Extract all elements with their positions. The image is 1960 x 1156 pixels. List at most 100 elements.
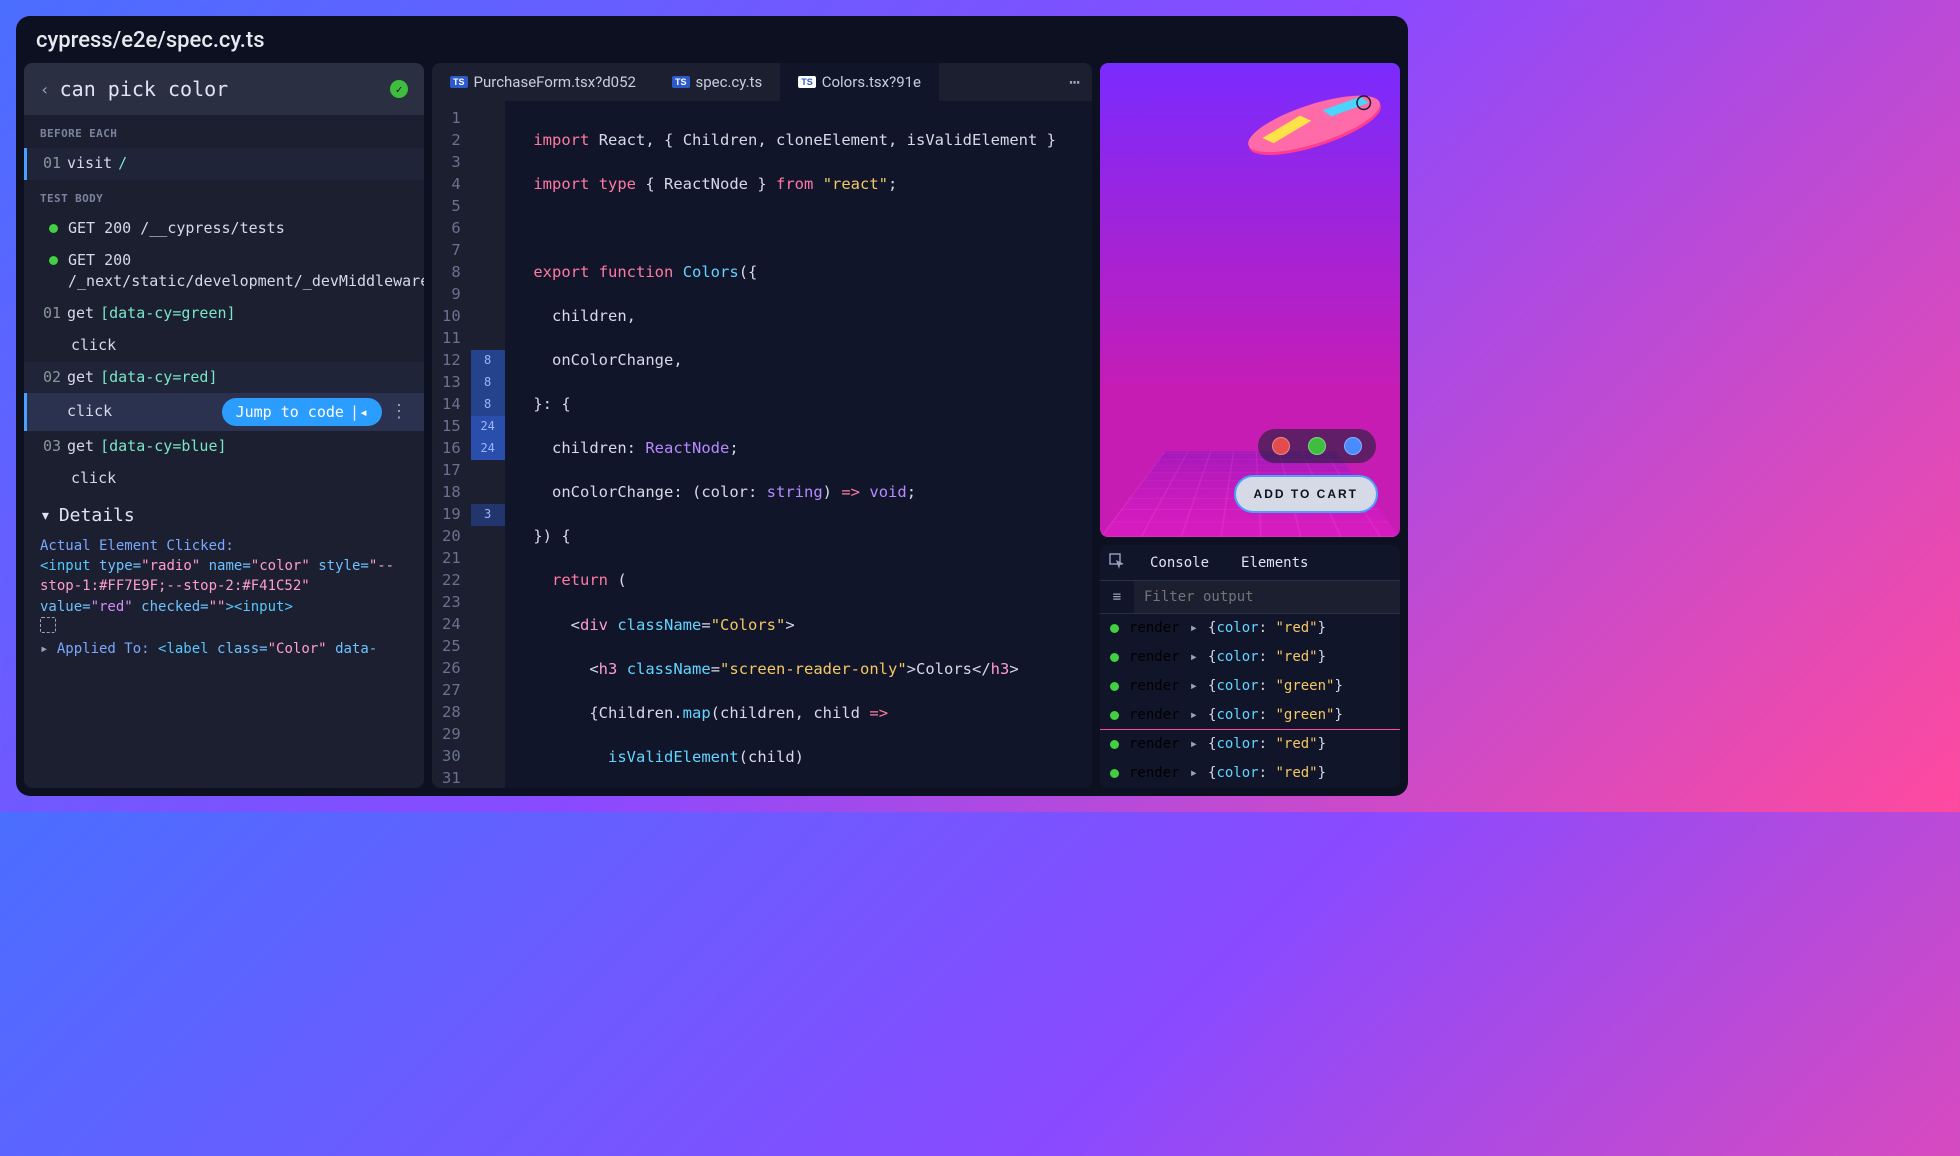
add-to-cart-button[interactable]: ADD TO CART [1234, 475, 1378, 513]
detail-attr: type= [99, 558, 141, 574]
cmd-xhr-1[interactable]: GET 200 /__cypress/tests [24, 213, 424, 245]
swatch-green[interactable] [1308, 437, 1326, 455]
title-bar: cypress/e2e/spec.cy.ts [16, 16, 1408, 63]
detail-str: "radio" [141, 558, 200, 574]
details-label: Actual Element Clicked: [40, 538, 234, 554]
skip-back-icon: |◂ [350, 403, 368, 421]
cmd-verb: get [67, 367, 94, 389]
chevron-down-icon: ▾ [40, 505, 51, 526]
details-header[interactable]: ▾ Details [24, 495, 424, 536]
more-vertical-icon[interactable]: ⋮ [390, 399, 408, 425]
console-row[interactable]: render▸{color: "red"} [1100, 730, 1400, 759]
devtools-tabs: Console Elements [1100, 545, 1400, 581]
app-preview[interactable]: ADD TO CART [1100, 63, 1400, 537]
test-header[interactable]: ‹ can pick color ✓ [24, 63, 424, 115]
swatch-red[interactable] [1272, 437, 1290, 455]
cmd-click[interactable]: click [24, 463, 424, 495]
cmd-verb: click [71, 335, 116, 357]
status-dot-icon [1110, 624, 1119, 633]
cmd-arg: [data-cy=red] [100, 367, 217, 389]
cmd-visit[interactable]: 01 visit / [24, 148, 424, 180]
cmd-verb: visit [67, 153, 112, 175]
xhr-text: GET 200 /__cypress/tests [68, 218, 285, 240]
detail-str: "Color" [268, 641, 327, 657]
editor-tab-active[interactable]: TS Colors.tsx?91e [780, 63, 939, 101]
code-scroll[interactable]: 1234567891011121314151617181920212223242… [432, 101, 1092, 788]
expand-icon: ▸ [1190, 765, 1198, 781]
status-dot-icon [1110, 711, 1119, 720]
line-gutter: 1234567891011121314151617181920212223242… [432, 101, 471, 788]
detail-attr: style= [318, 558, 369, 574]
editor-tab[interactable]: TS PurchaseForm.tsx?d052 [432, 63, 654, 101]
jump-to-code-button[interactable]: Jump to code |◂ [222, 398, 382, 426]
cmd-click[interactable]: click [24, 330, 424, 362]
test-title: can pick color [60, 77, 390, 101]
detail-attr: class= [217, 641, 268, 657]
console-rows: render▸{color: "red"} render▸{color: "re… [1100, 614, 1400, 788]
log-value: "red" [1275, 765, 1317, 781]
log-value: "red" [1275, 620, 1317, 636]
console-filter-input[interactable] [1134, 581, 1400, 613]
editor-tab[interactable]: TS spec.cy.ts [654, 63, 780, 101]
log-value: "red" [1275, 649, 1317, 665]
code-body[interactable]: import React, { Children, cloneElement, … [505, 101, 1092, 788]
detail-str: "" [209, 599, 226, 615]
console-row[interactable]: render▸{color: "red"} [1100, 759, 1400, 788]
details-body: Actual Element Clicked: <input type="rad… [24, 536, 424, 674]
detail-attr: name= [209, 558, 251, 574]
command-log: ‹ can pick color ✓ BEFORE EACH 01 visit … [24, 63, 424, 788]
ts-file-icon: TS [450, 76, 468, 88]
app-window: cypress/e2e/spec.cy.ts ‹ can pick color … [16, 16, 1408, 796]
section-test-body: TEST BODY [24, 180, 424, 213]
cmd-get-2[interactable]: 02 get [data-cy=red] [24, 362, 424, 394]
cmd-xhr-2[interactable]: GET 200 /_next/static/development/_devMi… [24, 245, 424, 299]
detail-str: "color" [251, 558, 310, 574]
devtools-panel: Console Elements ≡ render▸{color: "red"}… [1100, 545, 1400, 788]
console-row[interactable]: render▸{color: "green"} [1100, 701, 1400, 730]
log-label: render [1129, 707, 1180, 723]
console-row[interactable]: render▸{color: "red"} [1100, 614, 1400, 643]
coverage-count: 3 [471, 504, 505, 526]
cmd-arg: [data-cy=blue] [100, 436, 226, 458]
cmd-index: 01 [43, 153, 67, 175]
log-label: render [1129, 649, 1180, 665]
details-label: Applied To: [57, 641, 150, 657]
cmd-verb: click [67, 401, 112, 423]
detail-str: "red" [91, 599, 133, 615]
cmd-arg: / [118, 153, 127, 175]
expand-icon: ▸ [1190, 678, 1198, 694]
ts-file-icon: TS [798, 76, 816, 88]
cmd-click-active[interactable]: click Jump to code |◂ ⋮ [24, 393, 424, 431]
detail-tag: <label [158, 641, 209, 657]
color-swatches [1258, 429, 1376, 463]
element-selector-icon[interactable] [1100, 553, 1134, 573]
log-label: render [1129, 678, 1180, 694]
coverage-count: 8 [471, 350, 505, 372]
coverage-count: 8 [471, 394, 505, 416]
status-dot-icon [1110, 682, 1119, 691]
section-before-each: BEFORE EACH [24, 115, 424, 148]
cmd-verb: get [67, 436, 94, 458]
hamburger-icon[interactable]: ≡ [1100, 589, 1134, 605]
devtools-tab-elements[interactable]: Elements [1225, 545, 1324, 580]
detail-attr: checked= [141, 599, 208, 615]
xhr-text: GET 200 /_next/static/development/_devMi… [68, 250, 424, 294]
swatch-blue[interactable] [1344, 437, 1362, 455]
right-stack: ADD TO CART Console Elements ≡ render▸{c… [1100, 63, 1400, 788]
tab-label: spec.cy.ts [696, 73, 763, 91]
cmd-get-1[interactable]: 01 get [data-cy=green] [24, 298, 424, 330]
more-horizontal-icon[interactable]: ⋯ [1069, 72, 1092, 93]
cmd-arg: [data-cy=green] [100, 303, 235, 325]
log-label: render [1129, 736, 1180, 752]
details-title: Details [59, 505, 135, 526]
cmd-index: 03 [43, 436, 67, 458]
console-row[interactable]: render▸{color: "green"} [1100, 672, 1400, 701]
devtools-tab-console[interactable]: Console [1134, 545, 1225, 580]
editor-tabs: TS PurchaseForm.tsx?d052 TS spec.cy.ts T… [432, 63, 1092, 101]
coverage-count: 24 [471, 438, 505, 460]
expand-icon: ▸ [1190, 649, 1198, 665]
detail-tag: ><input> [225, 599, 292, 615]
console-row[interactable]: render▸{color: "red"} [1100, 643, 1400, 672]
cmd-get-3[interactable]: 03 get [data-cy=blue] [24, 431, 424, 463]
ts-file-icon: TS [672, 76, 690, 88]
